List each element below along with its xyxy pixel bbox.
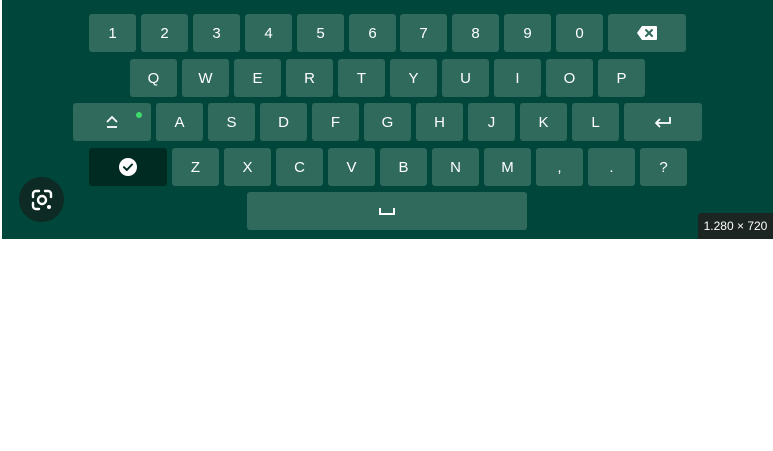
key-j[interactable]: J xyxy=(468,103,515,141)
key-label: A xyxy=(174,113,185,131)
key-label: T xyxy=(356,69,367,87)
key-label: H xyxy=(434,113,445,131)
key-label: C xyxy=(294,158,305,176)
key-label: . xyxy=(609,158,614,176)
key-y[interactable]: Y xyxy=(390,59,437,97)
key-label: , xyxy=(557,158,562,176)
image-dimensions-badge: 1.280 × 720 xyxy=(698,213,773,239)
key-label: 2 xyxy=(160,24,169,42)
key-q[interactable]: Q xyxy=(130,59,177,97)
key-w[interactable]: W xyxy=(182,59,229,97)
virtual-keyboard: 1 2 3 4 5 6 7 8 9 0 Q W E R T Y U I O P … xyxy=(2,0,773,239)
key-label: K xyxy=(538,113,549,131)
key-label: M xyxy=(501,158,514,176)
key-m[interactable]: M xyxy=(484,148,531,186)
key-label: B xyxy=(398,158,409,176)
key-0[interactable]: 0 xyxy=(556,14,603,52)
key-z[interactable]: Z xyxy=(172,148,219,186)
key-label: J xyxy=(487,113,496,131)
key-label: 4 xyxy=(264,24,273,42)
key-7[interactable]: 7 xyxy=(400,14,447,52)
key-label: 7 xyxy=(419,24,428,42)
key-9[interactable]: 9 xyxy=(504,14,551,52)
key-label: Y xyxy=(408,69,419,87)
key-h[interactable]: H xyxy=(416,103,463,141)
key-b[interactable]: B xyxy=(380,148,427,186)
key-label: Z xyxy=(190,158,201,176)
key-comma[interactable]: , xyxy=(536,148,583,186)
key-e[interactable]: E xyxy=(234,59,281,97)
key-d[interactable]: D xyxy=(260,103,307,141)
enter-icon xyxy=(653,115,673,129)
key-label: I xyxy=(515,69,520,87)
shift-icon xyxy=(105,115,119,129)
backspace-key[interactable] xyxy=(608,14,686,52)
key-label: 0 xyxy=(575,24,584,42)
key-p[interactable]: P xyxy=(598,59,645,97)
backspace-icon xyxy=(636,25,658,41)
key-label: D xyxy=(278,113,289,131)
key-1[interactable]: 1 xyxy=(89,14,136,52)
key-label: S xyxy=(226,113,237,131)
key-f[interactable]: F xyxy=(312,103,359,141)
key-n[interactable]: N xyxy=(432,148,479,186)
key-label: 9 xyxy=(523,24,532,42)
key-label: N xyxy=(450,158,461,176)
key-label: V xyxy=(346,158,357,176)
key-label: 8 xyxy=(471,24,480,42)
key-r[interactable]: R xyxy=(286,59,333,97)
key-k[interactable]: K xyxy=(520,103,567,141)
key-label: X xyxy=(242,158,253,176)
done-key[interactable] xyxy=(89,148,167,186)
key-question[interactable]: ? xyxy=(640,148,687,186)
key-4[interactable]: 4 xyxy=(245,14,292,52)
key-v[interactable]: V xyxy=(328,148,375,186)
key-l[interactable]: L xyxy=(572,103,619,141)
key-u[interactable]: U xyxy=(442,59,489,97)
key-6[interactable]: 6 xyxy=(349,14,396,52)
key-8[interactable]: 8 xyxy=(452,14,499,52)
key-o[interactable]: O xyxy=(546,59,593,97)
key-label: F xyxy=(330,113,341,131)
space-icon xyxy=(379,206,395,216)
key-label: 5 xyxy=(316,24,325,42)
shift-active-indicator xyxy=(136,112,142,118)
key-i[interactable]: I xyxy=(494,59,541,97)
key-label: P xyxy=(616,69,627,87)
key-label: 3 xyxy=(212,24,221,42)
space-key[interactable] xyxy=(247,192,527,230)
key-label: U xyxy=(460,69,471,87)
key-label: 6 xyxy=(368,24,377,42)
enter-key[interactable] xyxy=(624,103,702,141)
key-label: 1 xyxy=(108,24,117,42)
key-label: R xyxy=(304,69,315,87)
key-t[interactable]: T xyxy=(338,59,385,97)
key-label: Q xyxy=(147,69,160,87)
key-c[interactable]: C xyxy=(276,148,323,186)
key-g[interactable]: G xyxy=(364,103,411,141)
google-lens-button[interactable] xyxy=(19,177,64,222)
shift-key[interactable] xyxy=(73,103,151,141)
key-label: ? xyxy=(659,158,668,176)
google-lens-icon xyxy=(29,187,55,213)
key-label: L xyxy=(591,113,600,131)
key-label: E xyxy=(252,69,263,87)
key-2[interactable]: 2 xyxy=(141,14,188,52)
key-a[interactable]: A xyxy=(156,103,203,141)
key-label: G xyxy=(381,113,394,131)
key-label: O xyxy=(563,69,576,87)
key-label: W xyxy=(198,69,213,87)
key-s[interactable]: S xyxy=(208,103,255,141)
check-icon xyxy=(119,158,137,176)
key-period[interactable]: . xyxy=(588,148,635,186)
key-5[interactable]: 5 xyxy=(297,14,344,52)
key-x[interactable]: X xyxy=(224,148,271,186)
key-3[interactable]: 3 xyxy=(193,14,240,52)
